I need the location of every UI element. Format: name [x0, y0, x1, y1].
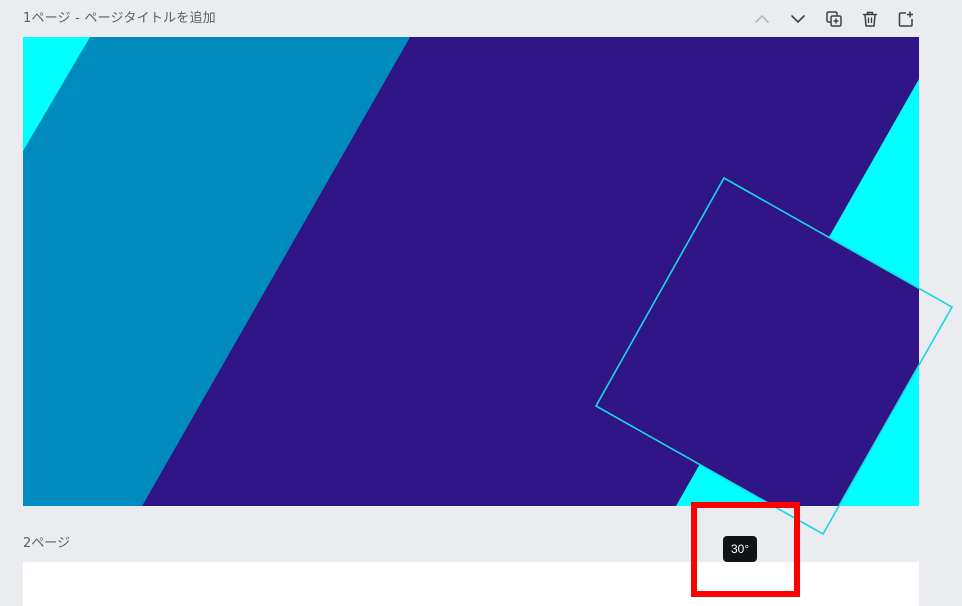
delete-page-button[interactable] — [857, 8, 883, 30]
trash-icon — [862, 11, 878, 27]
move-page-up-button[interactable] — [749, 8, 775, 30]
duplicate-page-icon — [826, 11, 842, 27]
add-page-icon — [898, 11, 913, 27]
page-1-header: 1ページ - ページタイトルを追加 — [23, 8, 919, 30]
chevron-up-icon — [755, 15, 769, 23]
chevron-down-icon — [791, 15, 805, 23]
rotation-angle-tooltip: 30° — [723, 536, 758, 562]
page-2-title[interactable]: 2ページ — [23, 534, 70, 554]
design-page-2[interactable] — [23, 562, 919, 606]
move-page-down-button[interactable] — [785, 8, 811, 30]
editor-workspace: 1ページ - ページタイトルを追加 2ページ 30° — [0, 0, 962, 606]
page-title[interactable]: 1ページ - ページタイトルを追加 — [23, 8, 216, 30]
add-page-button[interactable] — [893, 8, 919, 30]
page-toolbar — [749, 8, 919, 30]
duplicate-page-button[interactable] — [821, 8, 847, 30]
